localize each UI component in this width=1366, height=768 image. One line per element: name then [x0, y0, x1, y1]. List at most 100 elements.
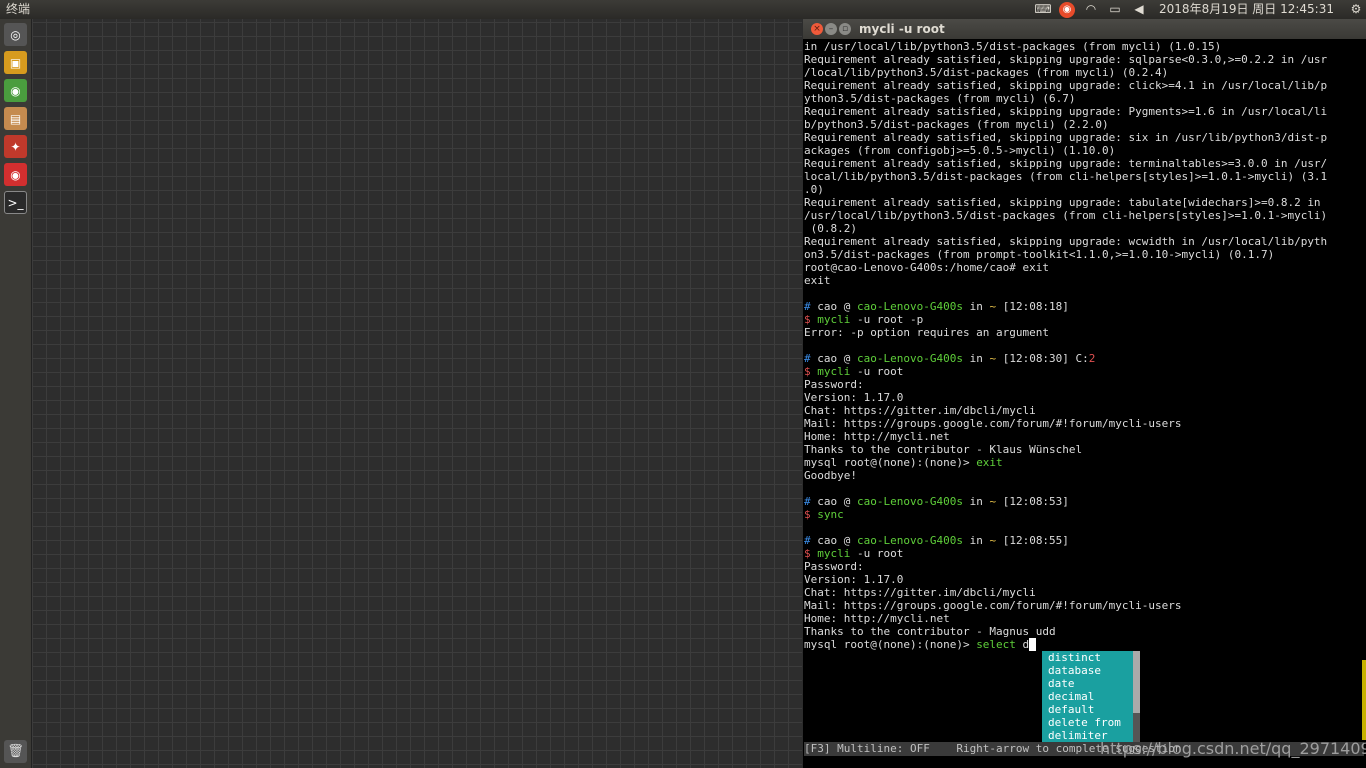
- terminal-text: on3.5/dist-packages (from prompt-toolkit…: [804, 248, 1275, 261]
- terminal-line: $ mycli -u root -p: [804, 313, 1362, 326]
- terminal-text: -u root: [850, 365, 904, 378]
- terminal-line: $ mycli -u root: [804, 547, 1362, 560]
- app-title: 终端: [6, 2, 31, 16]
- terminal-line: local/lib/python3.5/dist-packages (from …: [804, 170, 1362, 183]
- close-button[interactable]: ×: [811, 23, 823, 35]
- completion-item[interactable]: date: [1042, 677, 1133, 690]
- terminal-text: Requirement already satisfied, skipping …: [804, 157, 1328, 170]
- terminal-line: # cao @ cao-Lenovo-G400s in ~ [12:08:18]: [804, 300, 1362, 313]
- terminal-text: Home: http://mycli.net: [804, 430, 950, 443]
- terminal-text: .0): [804, 183, 824, 196]
- terminal-text: Requirement already satisfied, skipping …: [804, 196, 1321, 209]
- terminal-line: Requirement already satisfied, skipping …: [804, 235, 1362, 248]
- terminal-line: Goodbye!: [804, 469, 1362, 482]
- terminal-line: # cao @ cao-Lenovo-G400s in ~ [12:08:55]: [804, 534, 1362, 547]
- launcher: ◎ ▣ ◉ ▤ ✦ ◉ >_ 🗑: [0, 19, 32, 768]
- terminal-text: Goodbye!: [804, 469, 857, 482]
- text-cursor: [1029, 638, 1036, 651]
- software-center-icon[interactable]: ▤: [4, 107, 27, 130]
- terminal-line: Mail: https://groups.google.com/forum/#!…: [804, 599, 1362, 612]
- terminal-line: /usr/local/lib/python3.5/dist-packages (…: [804, 209, 1362, 222]
- completion-menu[interactable]: distinct database date decimal default delete…: [1042, 651, 1133, 742]
- files-icon[interactable]: ▣: [4, 51, 27, 74]
- terminal-line: ython3.5/dist-packages (from mycli) (6.7…: [804, 92, 1362, 105]
- terminal-line: (0.8.2): [804, 222, 1362, 235]
- terminal-text: Version: 1.17.0: [804, 391, 904, 404]
- terminal-line: Requirement already satisfied, skipping …: [804, 79, 1362, 92]
- terminal-line: on3.5/dist-packages (from prompt-toolkit…: [804, 248, 1362, 261]
- terminal-text: Home: http://mycli.net: [804, 612, 950, 625]
- ubuntu-one-icon[interactable]: ◉: [1057, 0, 1077, 19]
- wifi-icon[interactable]: ◠: [1081, 0, 1101, 19]
- settings-app-icon[interactable]: ✦: [4, 135, 27, 158]
- settings-icon[interactable]: ⚙: [1346, 0, 1366, 19]
- maximize-button[interactable]: ▫: [839, 23, 851, 35]
- keyboard-icon[interactable]: ⌨: [1033, 0, 1053, 19]
- dash-icon[interactable]: ◎: [4, 23, 27, 46]
- terminal-text: cao @: [810, 300, 857, 313]
- terminal-text: Requirement already satisfied, skipping …: [804, 105, 1328, 118]
- watermark: https://blog.csdn.net/qq_29714091: [1100, 739, 1366, 758]
- terminal-text: in: [962, 495, 990, 508]
- terminal-text: #: [804, 534, 811, 547]
- terminal-line: Chat: https://gitter.im/dbcli/mycli: [804, 586, 1362, 599]
- terminal-text: in: [962, 352, 990, 365]
- battery-icon[interactable]: ▭: [1105, 0, 1125, 19]
- terminal-line: Requirement already satisfied, skipping …: [804, 157, 1362, 170]
- terminal-text: -u root: [850, 547, 904, 560]
- terminal-text: $: [804, 313, 818, 326]
- terminal-line: Error: -p option requires an argument: [804, 326, 1362, 339]
- completion-scrollbar-thumb[interactable]: [1133, 651, 1140, 713]
- clock[interactable]: 2018年8月19日 周日 12:45:31: [1159, 0, 1334, 19]
- terminal-line: Requirement already satisfied, skipping …: [804, 131, 1362, 144]
- completion-item[interactable]: database: [1042, 664, 1133, 677]
- terminal-line: mysql root@(none):(none)> exit: [804, 456, 1362, 469]
- terminal-line: Version: 1.17.0: [804, 391, 1362, 404]
- terminal-text: cao-Lenovo-G400s: [856, 352, 963, 365]
- terminal-output[interactable]: in /usr/local/lib/python3.5/dist-package…: [804, 40, 1362, 651]
- terminal-text: cao-Lenovo-G400s: [856, 534, 963, 547]
- terminal-text: in: [962, 534, 990, 547]
- chrome-icon[interactable]: ◉: [4, 79, 27, 102]
- terminal-text: [12:08:30] C:: [996, 352, 1089, 365]
- terminal-line: Chat: https://gitter.im/dbcli/mycli: [804, 404, 1362, 417]
- terminal-text: Chat: https://gitter.im/dbcli/mycli: [804, 586, 1036, 599]
- terminal-text: Requirement already satisfied, skipping …: [804, 235, 1328, 248]
- terminal-text: mysql root@(none):(none)>: [804, 638, 977, 651]
- terminal-text: $: [804, 547, 818, 560]
- terminal-line: $ mycli -u root: [804, 365, 1362, 378]
- terminal-text: Thanks to the contributor - Klaus Wünsch…: [804, 443, 1083, 456]
- terminal-text: cao @: [810, 352, 857, 365]
- minimize-button[interactable]: –: [825, 23, 837, 35]
- terminal-text: root@cao-Lenovo-G400s:/home/cao# exit: [804, 261, 1050, 274]
- terminal-line: Requirement already satisfied, skipping …: [804, 105, 1362, 118]
- terminal-text: select: [976, 638, 1016, 651]
- volume-icon[interactable]: ◀: [1129, 0, 1149, 19]
- terminal-icon[interactable]: >_: [4, 191, 27, 214]
- terminal-text: mycli: [817, 547, 851, 560]
- terminal-text: Mail: https://groups.google.com/forum/#!…: [804, 417, 1182, 430]
- trash-icon[interactable]: 🗑: [4, 740, 27, 763]
- terminal-line: mysql root@(none):(none)> select d: [804, 638, 1362, 651]
- terminal-line: exit: [804, 274, 1362, 287]
- terminal-text: Password:: [804, 560, 864, 573]
- completion-item[interactable]: delete from: [1042, 716, 1133, 729]
- terminal-text: Thanks to the contributor - Magnus udd: [804, 625, 1056, 638]
- completion-item[interactable]: decimal: [1042, 690, 1133, 703]
- completion-item[interactable]: default: [1042, 703, 1133, 716]
- terminal-line: Requirement already satisfied, skipping …: [804, 196, 1362, 209]
- window-titlebar[interactable]: × – ▫ mycli -u root: [803, 19, 1366, 39]
- terminal-text: ackages (from configobj>=5.0.5->mycli) (…: [804, 144, 1116, 157]
- terminal-line: /local/lib/python3.5/dist-packages (from…: [804, 66, 1362, 79]
- window-edge-highlight: [1362, 660, 1366, 740]
- netease-music-icon[interactable]: ◉: [4, 163, 27, 186]
- completion-item[interactable]: distinct: [1042, 651, 1133, 664]
- terminal-text: cao-Lenovo-G400s: [856, 495, 963, 508]
- terminal-line: Home: http://mycli.net: [804, 430, 1362, 443]
- desktop-workspace: [32, 19, 802, 768]
- terminal-text: Error: -p option requires an argument: [804, 326, 1050, 339]
- terminal-text: Requirement already satisfied, skipping …: [804, 131, 1328, 144]
